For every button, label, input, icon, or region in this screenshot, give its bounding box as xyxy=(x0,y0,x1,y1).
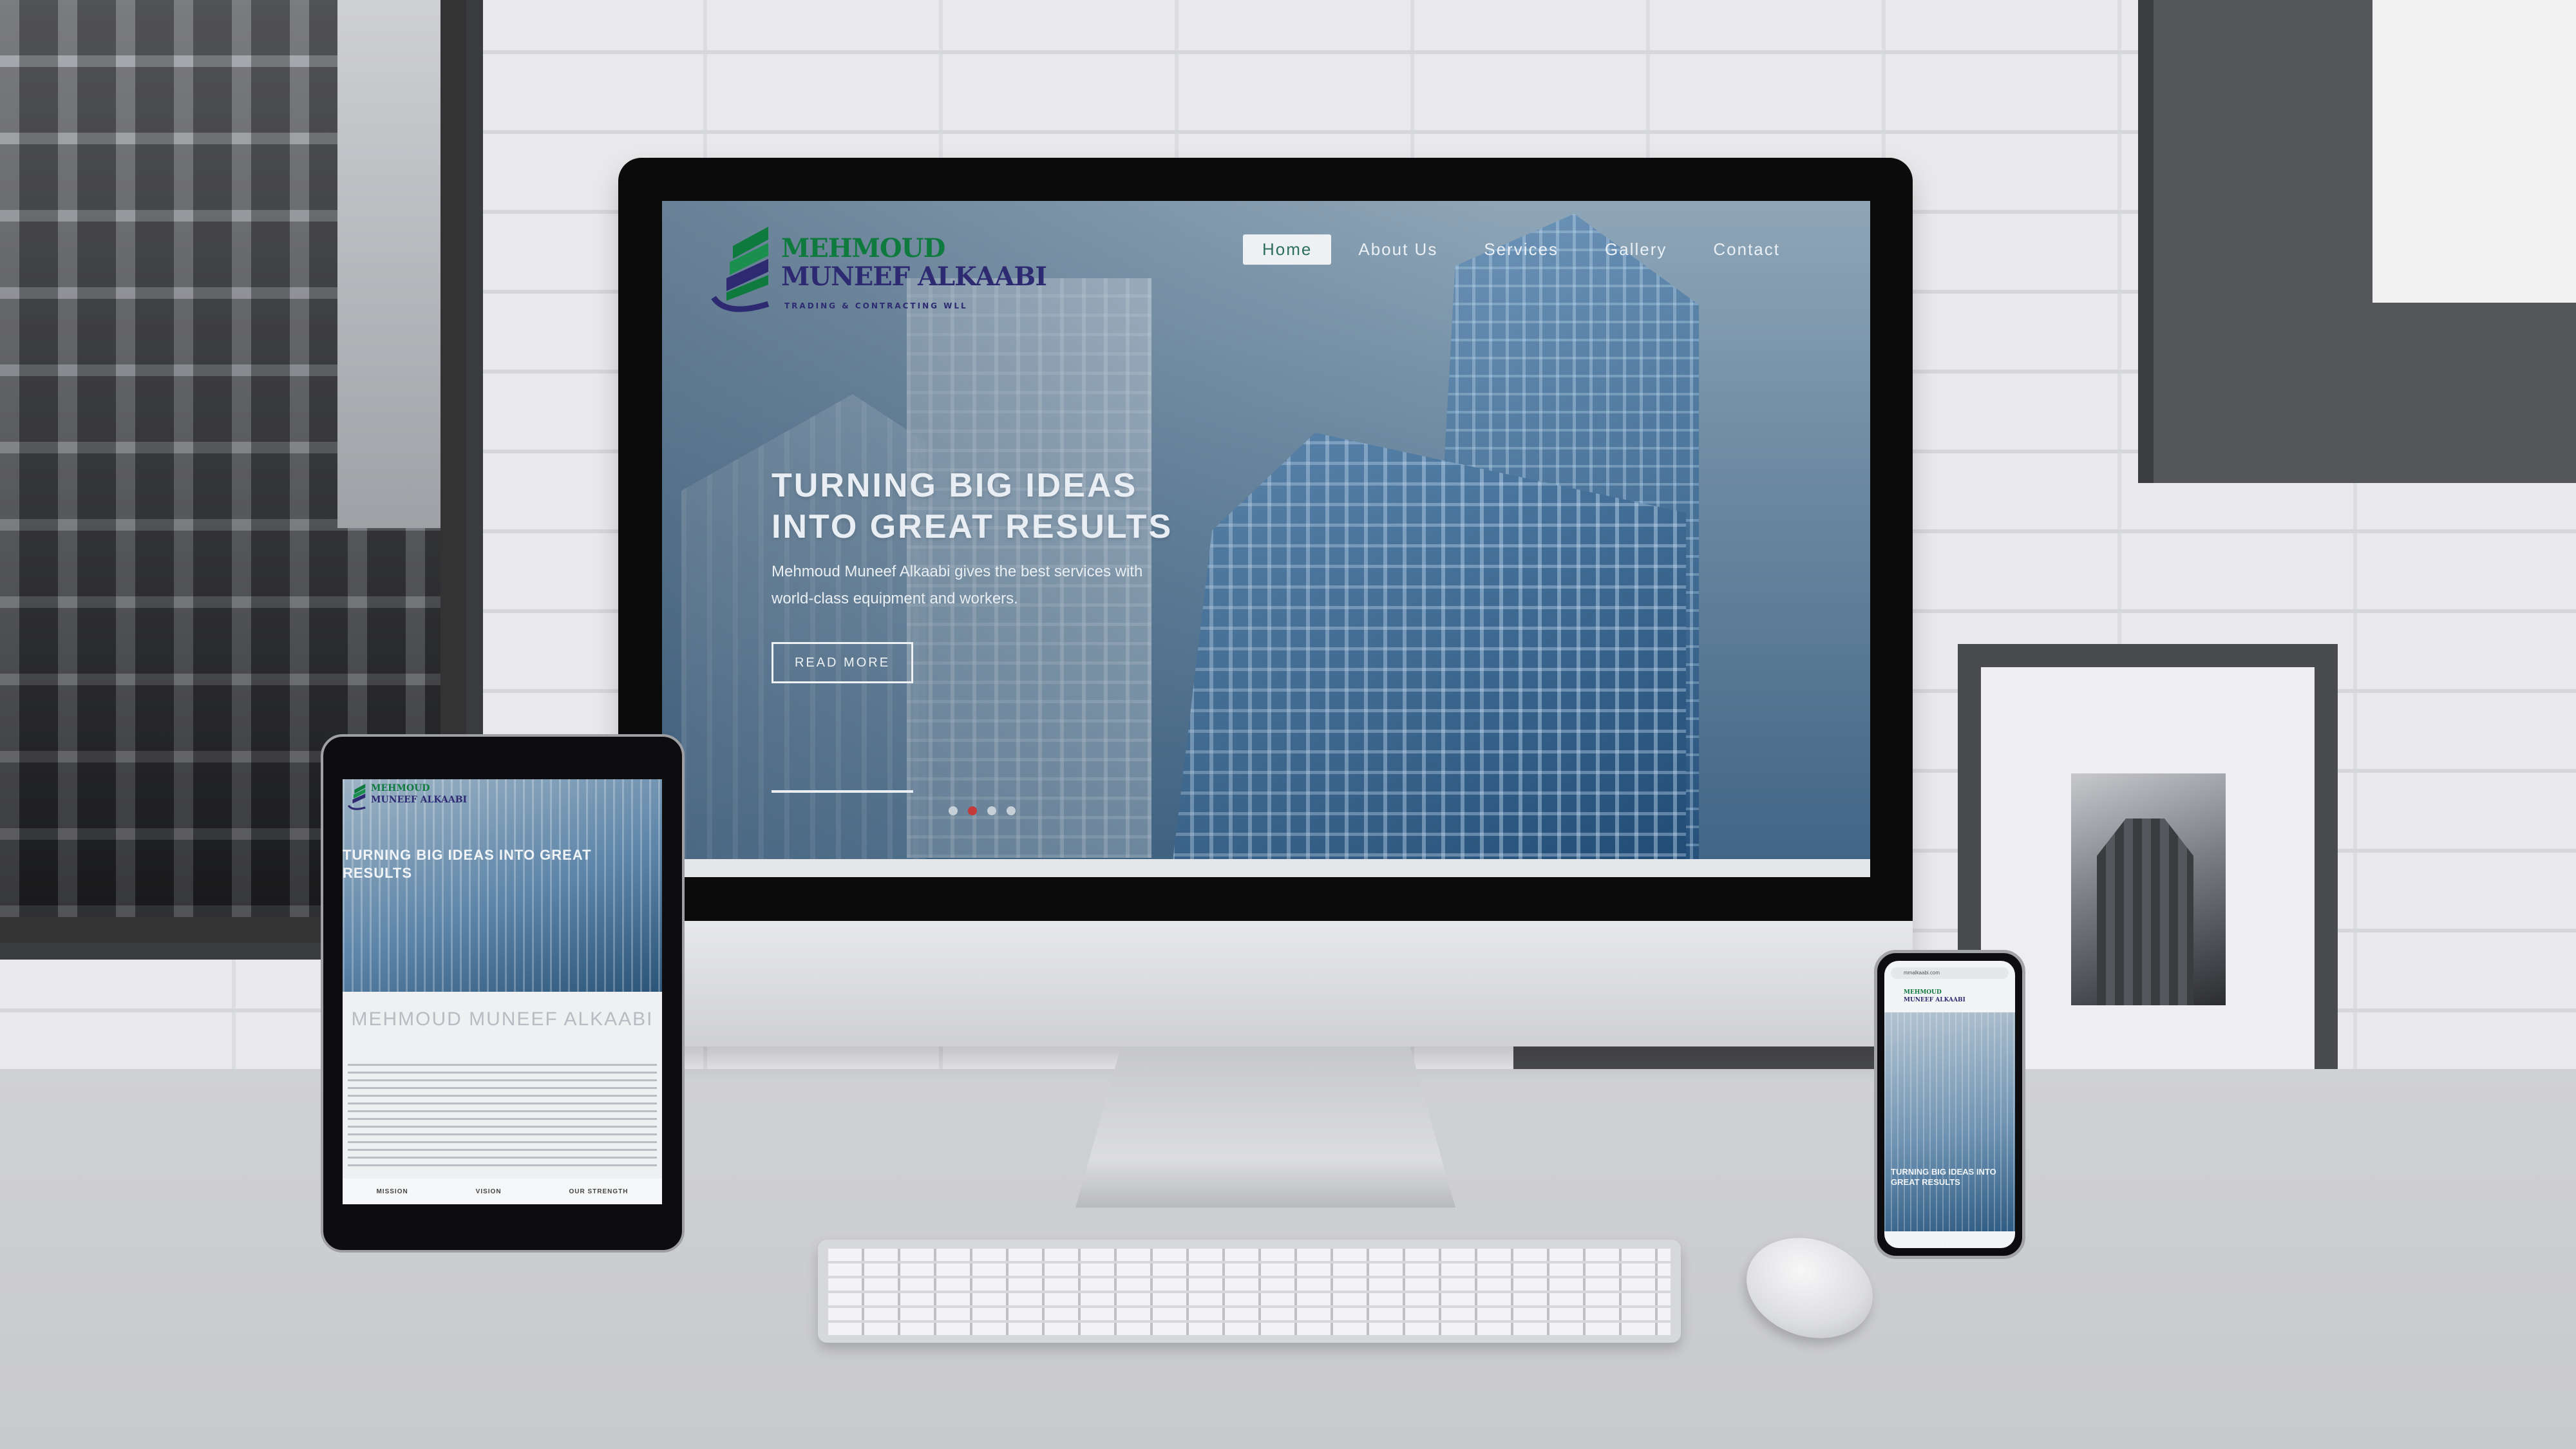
tablet-logo-line1: MEHMOUD xyxy=(371,783,430,793)
hero-title: TURNING BIG IDEAS INTO GREAT RESULTS xyxy=(772,465,1351,547)
site-logo[interactable]: MEHMOUD MUNEEF ALKAABI TRADING & CONTRAC… xyxy=(707,220,1047,323)
logo-stacked-bars-icon xyxy=(711,227,770,312)
logo-tagline: TRADING & CONTRACTING WLL xyxy=(784,301,968,310)
picture-frame-mat xyxy=(1981,667,2315,1072)
nav-home[interactable]: Home xyxy=(1243,234,1332,265)
keyboard-keys xyxy=(828,1247,1671,1335)
phone-read-more-button[interactable]: READ MORE xyxy=(1892,1238,1945,1248)
phone-url-bar[interactable]: mmalkaabi.com xyxy=(1891,967,2009,979)
hero-subtitle: Mehmoud Muneef Alkaabi gives the best se… xyxy=(772,558,1197,612)
keyboard xyxy=(818,1240,1681,1343)
phone-logo-line2: MUNEEF ALKAABI xyxy=(1904,997,1965,1003)
hero-title-line1: TURNING BIG IDEAS xyxy=(772,467,1138,504)
phone-website-screen: mmalkaabi.com MEHMOUD MUNEEF ALKAABI TUR… xyxy=(1884,961,2015,1248)
picture-frame-photo xyxy=(2071,773,2226,1005)
slider-dot-3[interactable] xyxy=(987,806,996,815)
nav-about-us[interactable]: About Us xyxy=(1339,234,1457,265)
tablet-tab-mission[interactable]: MISSION xyxy=(376,1188,408,1195)
phone-hero: TURNING BIG IDEAS INTO GREAT RESULTS REA… xyxy=(1884,1012,2015,1248)
logo-text-line1: MEHMOUD xyxy=(781,233,945,263)
imac-stand xyxy=(1075,1046,1455,1208)
tablet-hero-title: TURNING BIG IDEAS INTO GREAT RESULTS xyxy=(343,847,592,881)
desktop-website-screen: MEHMOUD MUNEEF ALKAABI TRADING & CONTRAC… xyxy=(662,201,1870,877)
slider-dot-2[interactable] xyxy=(968,806,977,815)
photo-sky xyxy=(337,0,440,528)
main-nav: Home About Us Services Gallery Contact xyxy=(1243,234,1799,265)
tablet-tab-vision[interactable]: VISION xyxy=(476,1188,502,1195)
nav-services[interactable]: Services xyxy=(1464,234,1578,265)
wall-art-blank-panel xyxy=(2372,0,2576,303)
tablet-tab-our-strength[interactable]: OUR STRENGTH xyxy=(569,1188,629,1195)
tablet-bottom-tabs: MISSION VISION OUR STRENGTH xyxy=(343,1179,662,1204)
hero-subtitle-line1: Mehmoud Muneef Alkaabi gives the best se… xyxy=(772,563,1143,580)
hero-subtitle-line2: world-class equipment and workers. xyxy=(772,590,1018,607)
slider-dot-4[interactable] xyxy=(1007,806,1016,815)
tablet-company-heading: MEHMOUD MUNEEF ALKAABI xyxy=(351,1009,654,1030)
read-more-button[interactable]: READ MORE xyxy=(772,642,913,683)
wall-art-top-right xyxy=(2138,0,2576,483)
nav-contact[interactable]: Contact xyxy=(1694,234,1799,265)
slider-dot-1[interactable] xyxy=(949,806,958,815)
phone-hero-title: TURNING BIG IDEAS INTO GREAT RESULTS xyxy=(1891,1167,1996,1187)
hero-title-line2: INTO GREAT RESULTS xyxy=(772,508,1173,545)
tablet-website-screen: MEHMOUD MUNEEF ALKAABI TURNING BIG IDEAS… xyxy=(343,779,662,1204)
tablet-body-text xyxy=(348,1063,657,1172)
screen-bottom-strip xyxy=(662,859,1870,877)
hero-divider xyxy=(772,790,913,793)
nav-gallery[interactable]: Gallery xyxy=(1586,234,1686,265)
imac-chin xyxy=(618,921,1913,1046)
logo-text-line2: MUNEEF ALKAABI xyxy=(781,261,1047,292)
slider-dots xyxy=(949,806,1016,815)
phone-logo-line1: MEHMOUD xyxy=(1904,989,1942,996)
tablet-logo-line2: MUNEEF ALKAABI xyxy=(371,795,468,805)
tablet-logo-icon xyxy=(347,784,366,810)
tablet-hero: MEHMOUD MUNEEF ALKAABI TURNING BIG IDEAS… xyxy=(343,779,662,992)
